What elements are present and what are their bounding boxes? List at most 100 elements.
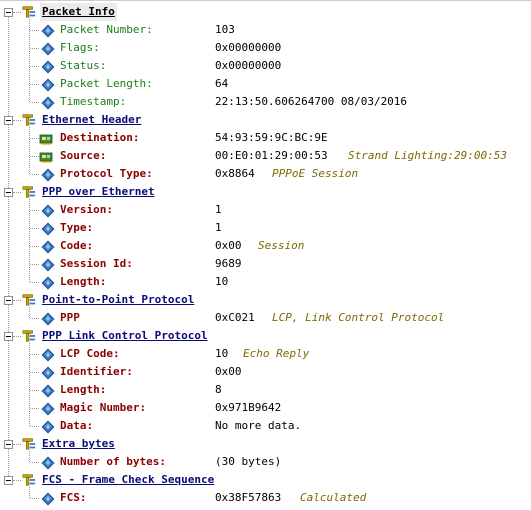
field-name: Session Id: (60, 257, 133, 270)
field-row[interactable]: Packet Number: 103 (0, 21, 531, 39)
section-title[interactable]: Extra bytes (42, 435, 115, 453)
field-description: LCP, Link Control Protocol (272, 311, 445, 324)
tree-connector (8, 340, 9, 440)
tree-connector (30, 282, 39, 283)
field-row[interactable]: PPP 0xC021 LCP, Link Control Protocol (0, 309, 531, 327)
field-value: 10 (215, 347, 229, 360)
tree-connector (30, 228, 39, 229)
section-title[interactable]: Ethernet Header (42, 111, 141, 129)
field-value: 54:93:59:9C:BC:9E (215, 131, 328, 144)
field-row[interactable]: Length: 10 (0, 273, 531, 291)
tree-connector (30, 426, 39, 427)
field-row[interactable]: Version: 1 (0, 201, 531, 219)
blue-diamond-icon (41, 42, 55, 56)
section-header-0[interactable]: Packet Info (0, 3, 531, 21)
protocol-tree-icon (22, 438, 36, 450)
blue-diamond-icon (41, 168, 55, 182)
field-row[interactable]: Number of bytes: (30 bytes) (0, 453, 531, 471)
section-header-5[interactable]: Extra bytes (0, 435, 531, 453)
field-row[interactable]: Magic Number: 0x971B9642 (0, 399, 531, 417)
field-row[interactable]: Identifier: 0x00 (0, 363, 531, 381)
field-name: Version: (60, 203, 113, 216)
field-description: PPPoE Session (272, 167, 359, 180)
tree-connector (30, 66, 39, 67)
field-value: 8 (215, 383, 222, 396)
tree-connector (30, 30, 39, 31)
tree-connector (8, 304, 9, 332)
tree-connector (30, 408, 39, 409)
tree-connector (30, 498, 39, 499)
field-name: Status: (60, 59, 107, 72)
field-row[interactable]: LCP Code: 10 Echo Reply (0, 345, 531, 363)
field-row[interactable]: Flags: 0x00000000 (0, 39, 531, 57)
section-header-6[interactable]: FCS - Frame Check Sequence (0, 471, 531, 489)
blue-diamond-icon (41, 204, 55, 218)
field-row[interactable]: Protocol Type: 0x8864 PPPoE Session (0, 165, 531, 183)
field-row[interactable]: Source: 00:E0:01:29:00:53 Strand Lighting:… (0, 147, 531, 165)
field-value: No more data. (215, 419, 302, 432)
protocol-tree-icon (22, 474, 36, 486)
section-header-4[interactable]: PPP Link Control Protocol (0, 327, 531, 345)
field-row[interactable]: FCS: 0x38F57863 Calculated (0, 489, 531, 507)
field-value: 9689 (215, 257, 242, 270)
field-name: Magic Number: (60, 401, 147, 414)
field-name: Code: (60, 239, 94, 252)
tree-connector (8, 448, 9, 476)
tree-connector (30, 84, 39, 85)
field-row[interactable]: Data: No more data. (0, 417, 531, 435)
field-value: 1 (215, 221, 222, 234)
section-header-1[interactable]: Ethernet Header (0, 111, 531, 129)
blue-diamond-icon (41, 240, 55, 254)
protocol-tree-icon (22, 186, 36, 198)
tree-connector (13, 192, 21, 193)
field-name: Source: (60, 149, 107, 162)
field-row[interactable]: Packet Length: 64 (0, 75, 531, 93)
field-name: FCS: (60, 491, 87, 504)
blue-diamond-icon (41, 384, 55, 398)
field-row[interactable]: Session Id: 9689 (0, 255, 531, 273)
tree-connector (30, 102, 39, 103)
section-header-2[interactable]: PPP over Ethernet (0, 183, 531, 201)
tree-connector (30, 246, 39, 247)
protocol-tree-icon (22, 6, 36, 18)
blue-diamond-icon (41, 420, 55, 434)
blue-diamond-icon (41, 24, 55, 38)
blue-diamond-icon (41, 402, 55, 416)
tree-connector (30, 48, 39, 49)
collapse-toggle-icon[interactable] (4, 476, 13, 485)
field-name: Packet Length: (60, 77, 153, 90)
field-row[interactable]: Length: 8 (0, 381, 531, 399)
field-name: Destination: (60, 131, 140, 144)
field-name: Number of bytes: (60, 455, 166, 468)
packet-decode-tree[interactable]: Packet Info Packet Number: 103 Flags: 0x0000… (0, 0, 531, 510)
tree-connector (13, 300, 21, 301)
field-row[interactable]: Type: 1 (0, 219, 531, 237)
tree-connector (30, 372, 39, 373)
field-row[interactable]: Destination: 54:93:59:9C:BC:9E (0, 129, 531, 147)
tree-connector (30, 318, 39, 319)
blue-diamond-icon (41, 276, 55, 290)
section-title[interactable]: PPP over Ethernet (42, 183, 155, 201)
field-value: 0x00000000 (215, 41, 282, 54)
section-header-3[interactable]: Point-to-Point Protocol (0, 291, 531, 309)
section-title[interactable]: FCS - Frame Check Sequence (42, 471, 214, 489)
field-row[interactable]: Timestamp: 22:13:50.606264700 08/03/2016 (0, 93, 531, 111)
field-name: Protocol Type: (60, 167, 153, 180)
section-title[interactable]: PPP Link Control Protocol (42, 327, 208, 345)
field-row[interactable]: Code: 0x00 Session (0, 237, 531, 255)
field-name: Timestamp: (60, 95, 127, 108)
section-title[interactable]: Packet Info (40, 3, 117, 21)
blue-diamond-icon (41, 78, 55, 92)
tree-connector (30, 354, 39, 355)
field-description: Echo Reply (243, 347, 310, 360)
blue-diamond-icon (41, 60, 55, 74)
field-value: 22:13:50.606264700 08/03/2016 (215, 95, 408, 108)
field-row[interactable]: Status: 0x00000000 (0, 57, 531, 75)
tree-connector (30, 264, 39, 265)
section-title[interactable]: Point-to-Point Protocol (42, 291, 194, 309)
field-name: Identifier: (60, 365, 133, 378)
tree-connector (30, 174, 39, 175)
blue-diamond-icon (41, 222, 55, 236)
field-name: Flags: (60, 41, 100, 54)
top-border (0, 0, 531, 1)
